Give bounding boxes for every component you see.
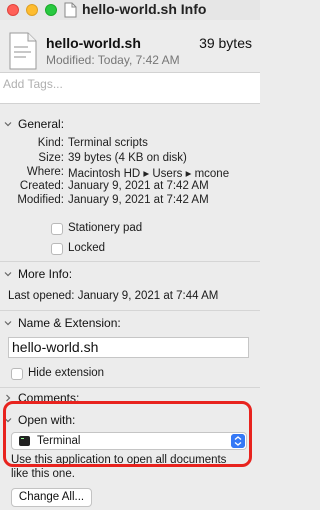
info-row-where: Where: Macintosh HD ▸ Users ▸ mcone bbox=[0, 166, 260, 181]
info-row-kind: Kind: Terminal scripts bbox=[0, 137, 260, 152]
size-key: Size: bbox=[38, 152, 64, 164]
file-name-input[interactable]: hello-world.sh bbox=[8, 337, 249, 358]
divider bbox=[0, 387, 260, 388]
chevron-down-icon bbox=[4, 122, 12, 127]
chevron-down-icon bbox=[4, 321, 12, 326]
modified-key: Modified: bbox=[17, 194, 64, 206]
tags-field[interactable]: Add Tags... bbox=[0, 72, 260, 104]
where-value: Macintosh HD ▸ Users ▸ mcone bbox=[68, 168, 230, 180]
document-icon bbox=[64, 2, 77, 18]
created-key: Created: bbox=[19, 180, 64, 192]
close-window-button[interactable] bbox=[7, 4, 19, 16]
name-extension-label: Name & Extension: bbox=[18, 316, 121, 330]
tags-placeholder: Add Tags... bbox=[3, 77, 63, 91]
kind-key: Kind: bbox=[37, 137, 64, 149]
chevron-down-icon bbox=[4, 272, 12, 277]
general-label: General: bbox=[18, 117, 65, 131]
file-size: 39 bytes bbox=[199, 35, 252, 51]
modified-value: January 9, 2021 at 7:42 AM bbox=[68, 194, 209, 206]
checkbox-box[interactable] bbox=[51, 243, 63, 255]
minimize-window-button[interactable] bbox=[26, 4, 38, 16]
open-with-highlight-annotation bbox=[3, 401, 252, 467]
last-opened-text: Last opened: January 9, 2021 at 7:44 AM bbox=[8, 290, 219, 302]
where-key: Where: bbox=[26, 166, 64, 178]
info-row-modified: Modified: January 9, 2021 at 7:42 AM bbox=[0, 194, 260, 209]
checkbox-box[interactable] bbox=[51, 223, 63, 235]
change-all-button[interactable]: Change All... bbox=[11, 488, 92, 507]
title-bar: hello-world.sh Info bbox=[0, 0, 260, 20]
divider bbox=[0, 310, 260, 311]
info-row-size: Size: 39 bytes (4 KB on disk) bbox=[0, 152, 260, 167]
checkbox-box[interactable] bbox=[11, 368, 23, 380]
size-value: 39 bytes (4 KB on disk) bbox=[68, 152, 187, 164]
hide-extension-label: Hide extension bbox=[28, 367, 105, 379]
more-info-label: More Info: bbox=[18, 267, 73, 281]
file-icon bbox=[9, 32, 37, 70]
kind-value: Terminal scripts bbox=[68, 137, 148, 149]
zoom-window-button[interactable] bbox=[45, 4, 57, 16]
window-title: hello-world.sh Info bbox=[82, 1, 207, 17]
locked-label: Locked bbox=[68, 242, 106, 254]
info-row-created: Created: January 9, 2021 at 7:42 AM bbox=[0, 180, 260, 195]
open-with-description-line-2: like this one. bbox=[11, 468, 75, 480]
created-value: January 9, 2021 at 7:42 AM bbox=[68, 180, 209, 192]
divider bbox=[0, 261, 260, 262]
stationery-pad-label: Stationery pad bbox=[68, 222, 143, 234]
file-name: hello-world.sh bbox=[46, 35, 141, 51]
modified-summary: Modified: Today, 7:42 AM bbox=[46, 53, 180, 67]
